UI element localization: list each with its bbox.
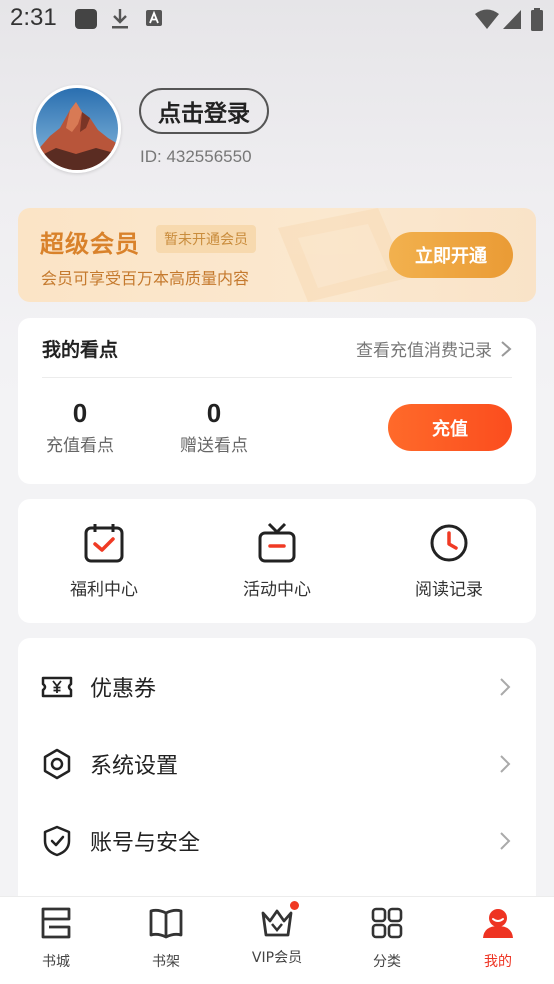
bonus-points-label: 赠送看点	[180, 436, 248, 456]
nav-profile[interactable]: 我的	[453, 905, 543, 971]
vip-title: 超级会员	[40, 230, 140, 258]
feature-reading-history[interactable]: 阅读记录	[389, 521, 509, 600]
status-time: 2:31	[10, 4, 57, 31]
nav-category[interactable]: 分类	[342, 905, 432, 971]
menu-card: 优惠券 系统设置 账号与安全	[18, 638, 536, 908]
download-icon	[112, 9, 128, 29]
feature-label: 福利中心	[70, 580, 138, 600]
feature-welfare-center[interactable]: 福利中心	[44, 521, 164, 600]
gift-box-icon	[258, 522, 296, 563]
nav-label: 书架	[152, 954, 180, 970]
features-card: 福利中心 活动中心 阅读记录	[18, 499, 536, 623]
avatar[interactable]	[33, 85, 121, 173]
recharge-record-label: 查看充值消费记录	[356, 341, 492, 361]
vip-description: 会员可享受百万本高质量内容	[41, 269, 250, 288]
mountain-avatar-image	[36, 88, 118, 170]
menu-item-account-security[interactable]: 账号与安全	[18, 811, 536, 871]
vip-banner[interactable]: 超级会员 暂未开通会员 会员可享受百万本高质量内容 立即开通	[18, 208, 536, 302]
settings-gear-icon	[43, 748, 71, 780]
divider	[42, 377, 512, 378]
category-grid-icon	[371, 907, 403, 939]
shield-check-icon	[43, 825, 71, 857]
recharge-points-stat: 0 充值看点	[42, 398, 118, 456]
menu-label: 账号与安全	[90, 831, 201, 856]
feature-label: 活动中心	[243, 580, 311, 600]
chevron-right-icon	[501, 340, 512, 357]
chevron-right-icon	[500, 755, 511, 773]
clock-icon	[430, 524, 468, 562]
bookshelf-icon	[149, 908, 183, 939]
nav-bookshelf[interactable]: 书架	[121, 905, 211, 971]
status-bar: 2:31	[0, 0, 554, 38]
wifi-icon	[475, 9, 499, 29]
bottom-nav: 书城 书架 VIP会员 分类 我的	[0, 896, 554, 984]
nav-bookstore[interactable]: 书城	[11, 905, 101, 971]
feature-label: 阅读记录	[415, 580, 483, 600]
vip-crown-icon	[261, 909, 293, 937]
points-card: 我的看点 查看充值消费记录 0 充值看点 0 赠送看点 充值	[18, 318, 536, 484]
feature-activity-center[interactable]: 活动中心	[217, 521, 337, 600]
notification-badge	[290, 901, 299, 910]
bonus-points-value: 0	[206, 398, 222, 428]
battery-icon	[531, 8, 543, 31]
chevron-right-icon	[500, 678, 511, 696]
recharge-record-link[interactable]: 查看充值消费记录	[356, 336, 512, 361]
text-a-icon	[146, 10, 162, 26]
menu-item-settings[interactable]: 系统设置	[18, 734, 536, 794]
points-title: 我的看点	[42, 339, 119, 361]
nav-vip[interactable]: VIP会员	[232, 901, 322, 967]
vip-status-tag: 暂未开通会员	[156, 225, 256, 253]
recharge-points-value: 0	[72, 398, 88, 428]
nav-label: 书城	[42, 954, 70, 970]
nav-label: VIP会员	[251, 950, 303, 966]
login-button[interactable]: 点击登录	[139, 88, 269, 134]
app-square-icon	[75, 9, 97, 29]
profile-icon	[483, 909, 513, 938]
signal-icon	[503, 10, 521, 29]
calendar-check-icon	[84, 524, 124, 563]
menu-item-coupons[interactable]: 优惠券	[18, 657, 536, 717]
vip-open-button[interactable]: 立即开通	[389, 232, 513, 278]
chevron-right-icon	[500, 832, 511, 850]
nav-label: 我的	[484, 954, 512, 970]
recharge-points-label: 充值看点	[46, 436, 114, 456]
recharge-button[interactable]: 充值	[388, 404, 512, 451]
bookstore-icon	[41, 907, 71, 939]
nav-label: 分类	[373, 954, 401, 970]
menu-label: 优惠券	[90, 677, 157, 702]
coupon-icon	[41, 676, 73, 698]
vip-crown-icon-wrap	[259, 901, 299, 941]
user-id: ID: 432556550	[140, 147, 252, 166]
bonus-points-stat: 0 赠送看点	[176, 398, 252, 456]
menu-label: 系统设置	[90, 754, 179, 779]
